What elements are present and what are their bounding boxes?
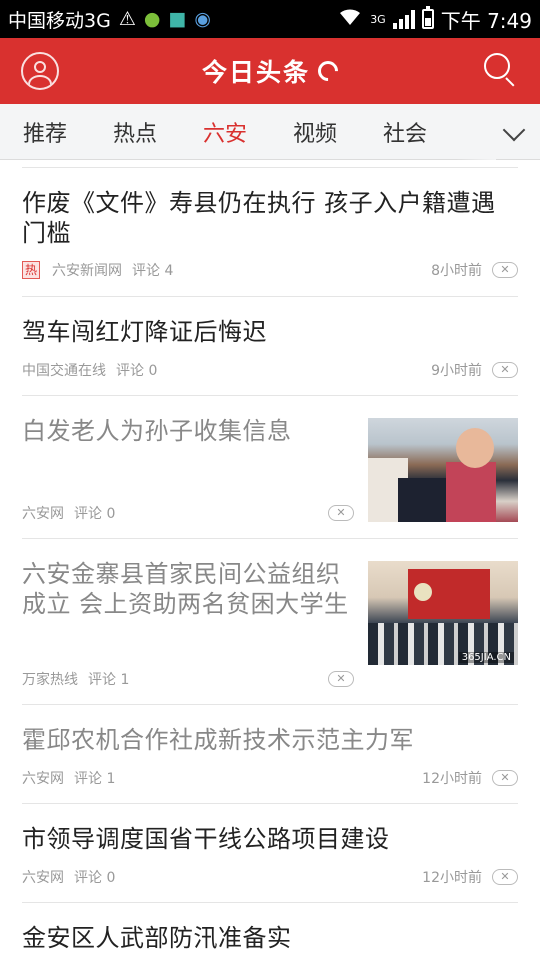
- news-item[interactable]: 白发老人为孙子收集信息 六安网 评论 0 ✕: [22, 396, 518, 539]
- news-item[interactable]: 霍邱农机合作社成新技术示范主力军 六安网 评论 1 12小时前 ✕: [22, 705, 518, 804]
- search-button[interactable]: [484, 53, 518, 87]
- news-title[interactable]: 金安区人武部防汛准备实: [22, 923, 292, 953]
- tab-luan[interactable]: 六安: [180, 116, 270, 148]
- browser-icon: ◉: [194, 8, 211, 30]
- photo-stage-screen: [408, 569, 490, 619]
- news-item[interactable]: 作废《文件》寿县仍在执行 孩子入户籍遭遇门槛 热 六安新闻网 评论 4 8小时前…: [22, 168, 518, 297]
- refresh-icon[interactable]: [313, 56, 343, 86]
- photo-figure: [456, 428, 494, 468]
- news-time: 9小时前: [431, 363, 482, 379]
- news-comments: 评论 0: [74, 870, 116, 886]
- news-meta: 万家热线 评论 1 ✕: [22, 669, 354, 689]
- tab-video[interactable]: 视频: [270, 116, 360, 148]
- tabs-fade: [456, 104, 496, 160]
- search-icon-handle: [505, 77, 515, 87]
- news-meta: 六安网 评论 1 12小时前 ✕: [22, 768, 518, 788]
- user-avatar-button[interactable]: [21, 52, 59, 90]
- news-thumbnail[interactable]: [368, 418, 518, 522]
- news-meta: 六安网 评论 0 ✕: [22, 503, 354, 523]
- news-title[interactable]: 白发老人为孙子收集信息: [22, 416, 352, 446]
- search-icon: [484, 53, 510, 79]
- dislike-button[interactable]: ✕: [492, 362, 518, 378]
- dislike-button[interactable]: ✕: [492, 262, 518, 278]
- app-notification-icon: ●: [143, 8, 161, 30]
- image-watermark: 365JIA.CN: [458, 652, 514, 663]
- news-title[interactable]: 霍邱农机合作社成新技术示范主力军: [22, 725, 414, 755]
- tab-recommend[interactable]: 推荐: [0, 116, 90, 148]
- divider: [22, 160, 518, 168]
- news-comments: 评论 1: [88, 672, 130, 688]
- news-meta: 六安网 评论 0 12小时前 ✕: [22, 867, 518, 887]
- news-thumbnail[interactable]: 365JIA.CN: [368, 561, 518, 665]
- battery-icon: [421, 6, 434, 29]
- clock: 下午 7:49: [440, 8, 532, 33]
- news-title[interactable]: 作废《文件》寿县仍在执行 孩子入户籍遭遇门槛: [22, 188, 518, 248]
- app-title: 今日头条: [201, 58, 310, 87]
- news-title[interactable]: 驾车闯红灯降证后悔迟: [22, 317, 267, 347]
- news-meta: 热 六安新闻网 评论 4 8小时前 ✕: [22, 260, 518, 280]
- dislike-button[interactable]: ✕: [492, 869, 518, 885]
- photo-figure: [446, 462, 496, 522]
- news-comments: 评论 4: [132, 263, 174, 279]
- news-item[interactable]: 金安区人武部防汛准备实: [22, 903, 518, 960]
- news-source: 中国交通在线: [22, 363, 106, 379]
- news-comments: 评论 0: [74, 506, 116, 522]
- news-item[interactable]: 六安金寨县首家民间公益组织成立 会上资助两名贫困大学生 365JIA.CN 万家…: [22, 539, 518, 705]
- wifi-icon: [337, 7, 363, 32]
- tab-hot[interactable]: 热点: [90, 116, 180, 148]
- news-title[interactable]: 市领导调度国省干线公路项目建设: [22, 824, 390, 854]
- chevron-down-icon[interactable]: [502, 120, 526, 144]
- dislike-button[interactable]: ✕: [492, 770, 518, 786]
- news-source: 六安网: [22, 870, 64, 886]
- news-source: 六安新闻网: [52, 263, 122, 279]
- tab-society[interactable]: 社会: [360, 116, 450, 148]
- news-meta: 中国交通在线 评论 0 9小时前 ✕: [22, 360, 518, 380]
- news-time: 12小时前: [422, 771, 482, 787]
- network-type: 3G: [370, 12, 386, 26]
- category-tabs: 推荐 热点 六安 视频 社会: [0, 104, 540, 160]
- signal-icon: [392, 9, 415, 29]
- news-item[interactable]: 市领导调度国省干线公路项目建设 六安网 评论 0 12小时前 ✕: [22, 804, 518, 903]
- news-feed: 作废《文件》寿县仍在执行 孩子入户籍遭遇门槛 热 六安新闻网 评论 4 8小时前…: [0, 160, 540, 960]
- news-source: 万家热线: [22, 672, 78, 688]
- news-title[interactable]: 六安金寨县首家民间公益组织成立 会上资助两名贫困大学生: [22, 559, 357, 619]
- user-icon: [34, 61, 46, 73]
- dislike-button[interactable]: ✕: [328, 671, 354, 687]
- news-source: 六安网: [22, 771, 64, 787]
- app-header: 今日头条: [0, 38, 540, 104]
- news-time: 8小时前: [431, 263, 482, 279]
- news-source: 六安网: [22, 506, 64, 522]
- news-item[interactable]: 驾车闯红灯降证后悔迟 中国交通在线 评论 0 9小时前 ✕: [22, 297, 518, 396]
- news-comments: 评论 1: [74, 771, 116, 787]
- hot-badge: 热: [22, 261, 40, 279]
- warning-icon: ⚠: [118, 8, 136, 30]
- status-bar: 中国移动3G ⚠ ● ■ ◉ 3G 下午 7:49: [0, 0, 540, 38]
- app-title-group[interactable]: 今日头条: [201, 53, 343, 89]
- news-time: 12小时前: [422, 870, 482, 886]
- dislike-button[interactable]: ✕: [328, 505, 354, 521]
- user-icon-body: [28, 75, 52, 88]
- carrier-name: 中国移动3G: [8, 9, 111, 32]
- huawei-icon: ■: [168, 8, 187, 30]
- news-comments: 评论 0: [116, 363, 158, 379]
